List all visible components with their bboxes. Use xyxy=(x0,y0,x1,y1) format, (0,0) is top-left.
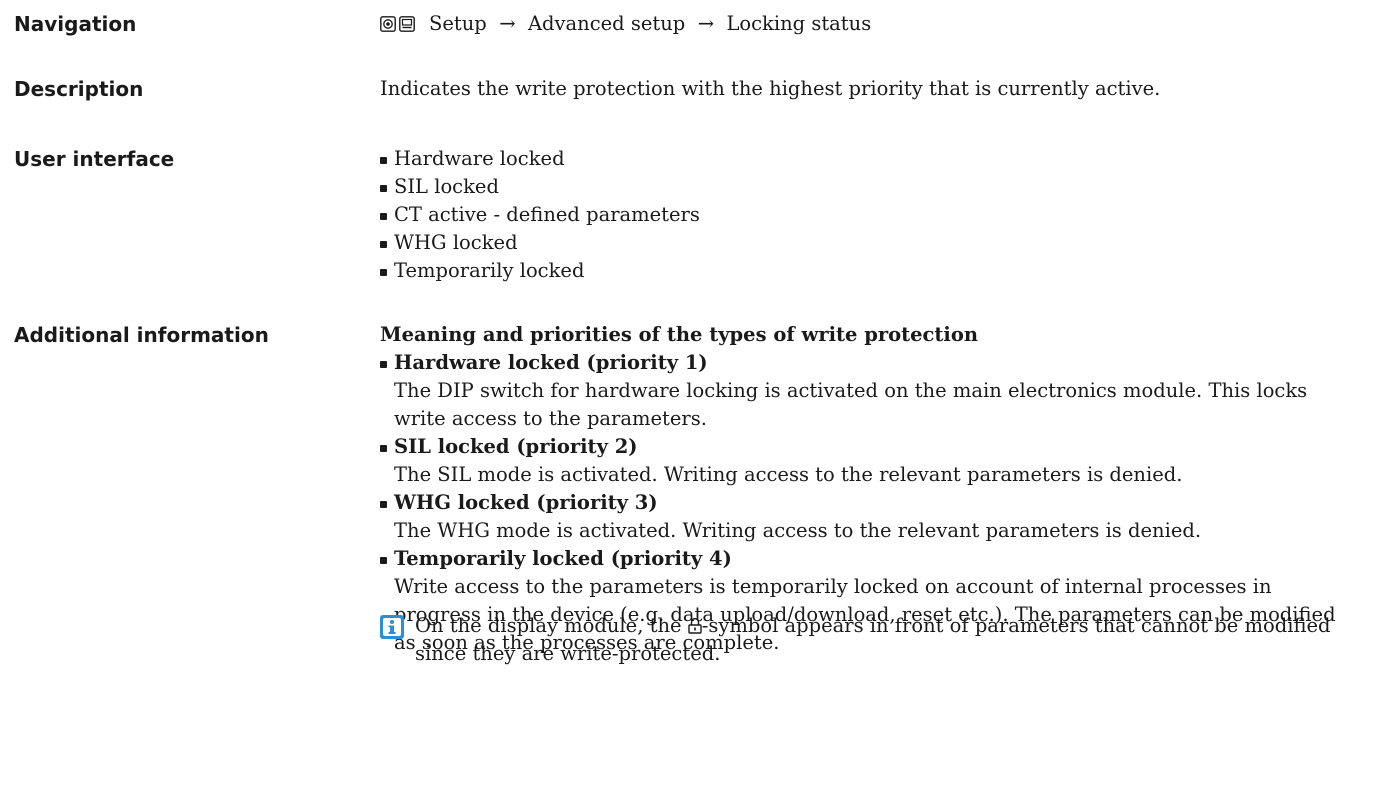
protection-item-title: SIL locked (priority 2) xyxy=(394,435,638,458)
info-icon xyxy=(380,615,404,639)
protection-item-text: The DIP switch for hardware locking is a… xyxy=(394,379,1308,430)
user-interface-label: User interface xyxy=(14,147,175,171)
protection-item-text: The SIL mode is activated. Writing acces… xyxy=(394,463,1183,486)
protection-item-title: Hardware locked (priority 1) xyxy=(394,351,708,374)
protection-item: WHG locked (priority 3) The WHG mode is … xyxy=(380,489,1360,545)
protection-item-text: The WHG mode is activated. Writing acces… xyxy=(394,519,1202,542)
navigation-path-row: Setup → Advanced setup → Locking status xyxy=(380,10,871,38)
breadcrumb-separator: → xyxy=(499,12,516,35)
additional-information-label: Additional information xyxy=(14,323,269,347)
breadcrumb-separator: → xyxy=(697,12,715,35)
navigation-label: Navigation xyxy=(14,12,137,36)
breadcrumb-item-advanced-setup[interactable]: Advanced setup xyxy=(528,12,685,35)
display-icon xyxy=(399,16,415,32)
protection-item-title: WHG locked (priority 3) xyxy=(394,491,658,514)
description-text: Indicates the write protection with the … xyxy=(380,77,1161,100)
option-item: SIL locked xyxy=(380,173,700,201)
user-interface-options: Hardware locked SIL locked CT active - d… xyxy=(380,145,700,285)
option-item: WHG locked xyxy=(380,229,700,257)
breadcrumb-item-setup[interactable]: Setup xyxy=(429,12,487,35)
breadcrumb-item-locking-status[interactable]: Locking status xyxy=(726,12,871,35)
protection-item-title: Temporarily locked (priority 4) xyxy=(394,547,732,570)
additional-information-heading: Meaning and priorities of the types of w… xyxy=(380,323,979,346)
option-item: Hardware locked xyxy=(380,145,700,173)
protection-item: Hardware locked (priority 1) The DIP swi… xyxy=(380,349,1360,433)
operating-menu-icon xyxy=(380,16,396,32)
info-note: On the display module, the -symbol appea… xyxy=(380,612,1370,668)
additional-information-content: Meaning and priorities of the types of w… xyxy=(380,321,1360,657)
breadcrumb: Setup → Advanced setup → Locking status xyxy=(429,10,871,38)
lock-icon xyxy=(688,618,702,634)
protection-item: SIL locked (priority 2) The SIL mode is … xyxy=(380,433,1360,489)
navigation-icons xyxy=(380,16,415,32)
description-label: Description xyxy=(14,77,144,101)
info-note-text: On the display module, the -symbol appea… xyxy=(415,614,1331,665)
option-item: Temporarily locked xyxy=(380,257,700,285)
option-item: CT active - defined parameters xyxy=(380,201,700,229)
